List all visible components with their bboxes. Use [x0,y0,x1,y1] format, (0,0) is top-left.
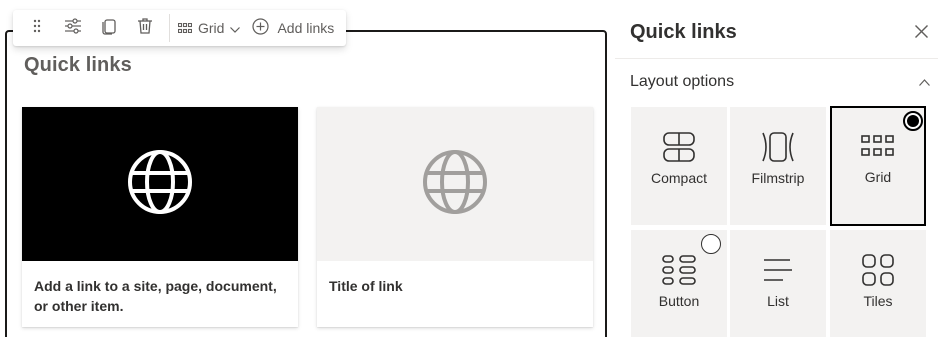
toolbar-divider [169,14,170,42]
card-title: Title of link [329,278,403,294]
page: Quick links Add a link to a site, page, … [0,0,938,337]
chevron-up-icon [919,73,930,91]
edit-properties-button[interactable] [55,10,91,46]
add-links-label: Add links [277,20,335,36]
layout-option-label: List [767,293,789,309]
chevron-down-icon [230,20,241,36]
quick-link-card[interactable]: Add a link to a site, page, document, or… [22,107,298,327]
sliders-icon [64,17,82,40]
close-icon [914,25,928,43]
card-thumbnail [22,107,298,261]
drag-handle-button[interactable] [19,10,55,46]
duplicate-button[interactable] [91,10,127,46]
copy-icon [101,17,117,40]
layout-dropdown[interactable]: Grid [174,10,246,46]
layout-dropdown-label: Grid [198,20,225,36]
trash-icon [137,17,153,40]
delete-button[interactable] [127,10,163,46]
radio-selected[interactable] [903,111,923,131]
tiles-layout-icon [830,250,926,290]
section-label: Layout options [630,73,735,90]
layout-option-label: Filmstrip [751,170,805,186]
layout-option-list[interactable]: List [730,230,826,337]
layout-option-compact[interactable]: Compact [631,107,727,225]
layout-options-header[interactable]: Layout options [630,71,930,93]
globe-icon [422,149,488,220]
layout-option-label: Compact [650,170,708,186]
globe-icon [127,149,193,220]
layout-option-label: Button [658,293,700,309]
layout-option-grid[interactable]: Grid [830,106,926,226]
list-layout-icon [730,250,826,290]
pane-divider [615,58,938,59]
radio-unselected[interactable] [701,234,721,254]
layout-option-filmstrip[interactable]: Filmstrip [730,107,826,225]
radio-dot [907,115,919,127]
layout-option-tiles[interactable]: Tiles [830,230,926,337]
grid-small-icon [177,20,193,36]
card-title: Add a link to a site, page, document, or… [34,278,277,314]
filmstrip-layout-icon [730,127,826,167]
webpart-title[interactable]: Quick links [24,54,132,77]
button-layout-icon [631,250,727,290]
add-links-button[interactable]: Add links [246,10,340,46]
quick-links-webpart[interactable]: Quick links Add a link to a site, page, … [5,30,607,337]
quick-link-card[interactable]: Title of link [317,107,593,327]
grid-layout-icon [832,126,924,166]
add-circle-icon [252,18,270,38]
layout-option-button[interactable]: Button [631,230,727,337]
close-pane-button[interactable] [911,24,931,44]
layout-option-label: Grid [864,169,892,185]
compact-layout-icon [631,127,727,167]
gripper-dots-icon [29,18,45,39]
card-thumbnail [317,107,593,261]
layout-option-label: Tiles [863,293,893,309]
property-pane: Quick links Layout options Compact Films… [615,0,938,337]
webpart-toolbar: Grid Add links [13,10,346,46]
pane-title: Quick links [630,21,737,43]
